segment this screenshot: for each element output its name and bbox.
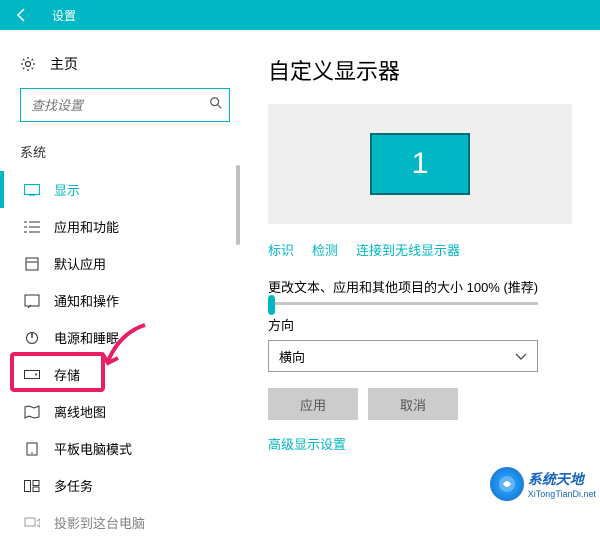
sidebar-item-projecting[interactable]: 投影到这台电脑 — [20, 504, 240, 541]
storage-icon — [24, 367, 40, 383]
nav-label: 离线地图 — [54, 402, 106, 421]
display-actions: 标识 检测 连接到无线显示器 — [268, 240, 572, 259]
home-label: 主页 — [50, 54, 78, 74]
sidebar-item-notifications[interactable]: 通知和操作 — [20, 282, 240, 319]
cancel-button[interactable]: 取消 — [368, 388, 458, 420]
apply-button[interactable]: 应用 — [268, 388, 358, 420]
orientation-dropdown[interactable]: 横向 — [268, 340, 538, 372]
watermark-text-cn: 系统天地 — [528, 469, 596, 489]
sidebar-item-tablet-mode[interactable]: 平板电脑模式 — [20, 430, 240, 467]
window-title: 设置 — [44, 7, 76, 24]
notifications-icon — [24, 293, 40, 309]
nav-label: 显示 — [54, 180, 80, 199]
identify-link[interactable]: 标识 — [268, 240, 294, 259]
map-icon — [24, 404, 40, 420]
monitor-number: 1 — [412, 147, 429, 181]
search-icon — [209, 96, 223, 115]
sidebar-item-storage[interactable]: 存储 — [20, 356, 240, 393]
sidebar-item-display[interactable]: 显示 — [20, 171, 240, 208]
section-header: 系统 — [20, 142, 240, 161]
advanced-display-link[interactable]: 高级显示设置 — [268, 434, 572, 453]
back-button[interactable] — [0, 0, 44, 30]
scale-label: 更改文本、应用和其他项目的大小 100% (推荐) — [268, 277, 572, 296]
page-title: 自定义显示器 — [268, 54, 572, 86]
nav-label: 平板电脑模式 — [54, 439, 132, 458]
list-icon — [24, 219, 40, 235]
nav-label: 默认应用 — [54, 254, 106, 273]
sidebar-item-power[interactable]: 电源和睡眠 — [20, 319, 240, 356]
search-input[interactable] — [31, 98, 209, 113]
nav-label: 应用和功能 — [54, 217, 119, 236]
watermark-text-en: XiTongTianDi.net — [528, 489, 596, 499]
default-apps-icon — [24, 256, 40, 272]
detect-link[interactable]: 检测 — [312, 240, 338, 259]
watermark-logo-icon — [490, 467, 524, 501]
back-arrow-icon — [14, 7, 30, 23]
project-icon — [24, 515, 40, 531]
slider-thumb[interactable] — [268, 295, 275, 315]
sidebar-item-multitasking[interactable]: 多任务 — [20, 467, 240, 504]
wireless-link[interactable]: 连接到无线显示器 — [356, 240, 460, 259]
display-icon — [24, 182, 40, 198]
sidebar-item-default-apps[interactable]: 默认应用 — [20, 245, 240, 282]
display-preview[interactable]: 1 — [268, 104, 572, 224]
nav-label: 存储 — [54, 365, 80, 384]
main-panel: 自定义显示器 1 标识 检测 连接到无线显示器 更改文本、应用和其他项目的大小 … — [240, 30, 600, 505]
gear-icon — [20, 56, 36, 72]
button-row: 应用 取消 — [268, 388, 572, 420]
multitask-icon — [24, 478, 40, 494]
watermark: 系统天地 XiTongTianDi.net — [490, 467, 596, 501]
chevron-down-icon — [515, 349, 527, 364]
home-link[interactable]: 主页 — [20, 46, 240, 88]
nav-label: 投影到这台电脑 — [54, 513, 145, 532]
tablet-icon — [24, 441, 40, 457]
sidebar-item-offline-maps[interactable]: 离线地图 — [20, 393, 240, 430]
nav-label: 电源和睡眠 — [54, 328, 119, 347]
sidebar-item-apps[interactable]: 应用和功能 — [20, 208, 240, 245]
dropdown-value: 横向 — [279, 347, 305, 366]
sidebar: 主页 系统 显示 应用和功能 默认应用 通知和操作 — [0, 30, 240, 505]
search-input-container[interactable] — [20, 88, 230, 122]
power-icon — [24, 330, 40, 346]
monitor-1[interactable]: 1 — [370, 133, 470, 195]
titlebar: 设置 — [0, 0, 600, 30]
nav-label: 多任务 — [54, 476, 93, 495]
scale-slider[interactable] — [268, 302, 538, 305]
nav-label: 通知和操作 — [54, 291, 119, 310]
orientation-label: 方向 — [268, 315, 572, 334]
